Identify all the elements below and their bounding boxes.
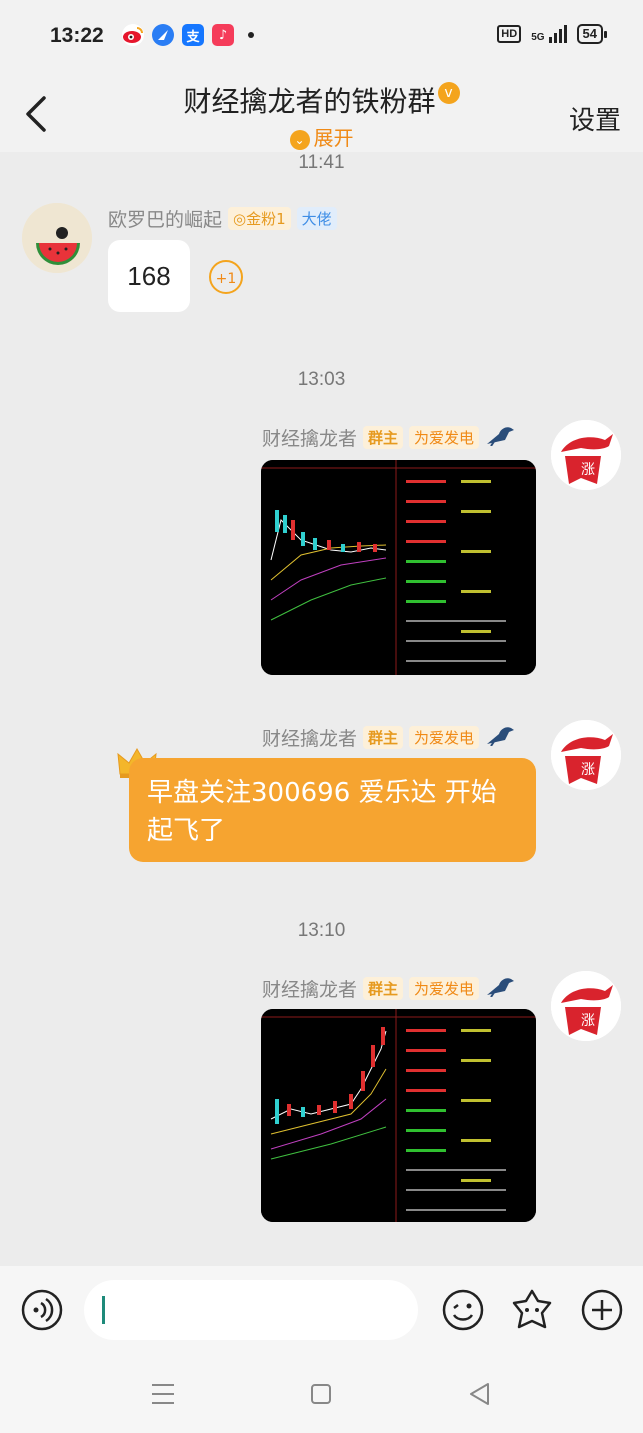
chart-picture — [261, 460, 536, 675]
sender-row: 欧罗巴的崛起 ◎金粉1 大佬 — [108, 205, 337, 232]
avatar[interactable]: 涨 — [551, 971, 621, 1041]
input-bar — [0, 1266, 643, 1356]
watermelon-avatar-icon — [22, 203, 92, 273]
notification-icons: 支 ♪ — [122, 24, 254, 46]
bull-avatar-icon: 涨 — [551, 720, 621, 790]
bird-icon — [485, 724, 515, 751]
system-nav-bar — [0, 1356, 643, 1433]
svg-text:涨: 涨 — [581, 1013, 595, 1029]
group-title: 财经擒龙者的铁粉群 v — [0, 80, 643, 120]
signal-icon: 5G — [531, 25, 567, 43]
role-badge: 大佬 — [296, 207, 337, 230]
stock-chart-image[interactable] — [261, 460, 536, 675]
bird-icon — [485, 424, 515, 451]
menu-icon — [152, 1384, 174, 1404]
sender-row: 财经擒龙者 群主 为爱发电 — [262, 424, 515, 451]
sender-row: 财经擒龙者 群主 为爱发电 — [262, 975, 515, 1002]
expand-button[interactable]: ⌄ 展开 — [0, 122, 643, 151]
voice-button[interactable] — [20, 1288, 64, 1332]
fan-title-badge: 为爱发电 — [409, 426, 480, 449]
chevron-down-icon: ⌄ — [289, 129, 310, 150]
timestamp: 11:41 — [298, 152, 345, 173]
avatar[interactable]: 涨 — [551, 720, 621, 790]
status-bar: 13:22 支 ♪ HD 5G 54 — [0, 0, 643, 72]
sticker-button[interactable] — [510, 1288, 554, 1332]
expand-label: 展开 — [313, 126, 354, 150]
smiley-icon — [442, 1289, 484, 1331]
plus-icon — [581, 1289, 623, 1331]
sender-name[interactable]: 欧罗巴的崛起 — [108, 205, 222, 232]
status-time: 13:22 — [50, 24, 104, 47]
timestamp: 13:03 — [297, 369, 346, 390]
sender-name[interactable]: 财经擒龙者 — [262, 724, 357, 751]
battery-icon: 54 — [576, 24, 608, 44]
chat-header: 财经擒龙者的铁粉群 v ⌄ 展开 设置 — [0, 72, 643, 152]
alipay-icon: 支 — [182, 24, 204, 46]
message-input[interactable] — [84, 1280, 418, 1340]
text-cursor — [102, 1296, 105, 1324]
verified-badge-icon: v — [437, 82, 460, 104]
menu-button[interactable] — [150, 1382, 176, 1410]
avatar[interactable]: 涨 — [551, 420, 621, 490]
owner-badge: 群主 — [363, 977, 404, 1000]
stock-chart-image[interactable] — [261, 1009, 536, 1222]
sender-name[interactable]: 财经擒龙者 — [262, 424, 357, 451]
message-bubble[interactable]: 168 — [108, 240, 190, 312]
fan-level-badge: ◎金粉1 — [228, 207, 291, 230]
avatar[interactable] — [22, 203, 92, 273]
add-button[interactable] — [580, 1288, 624, 1332]
hd-icon: HD — [497, 25, 522, 43]
bull-avatar-icon: 涨 — [551, 971, 621, 1041]
weibo-icon — [122, 24, 144, 46]
system-indicators: HD 5G 54 — [497, 24, 608, 44]
timestamp: 13:10 — [297, 920, 346, 941]
group-title-text: 财经擒龙者的铁粉群 — [183, 85, 436, 118]
svg-text:涨: 涨 — [581, 462, 595, 478]
svg-text:涨: 涨 — [581, 762, 595, 778]
bird-icon — [485, 975, 515, 1002]
more-notifications-dot — [248, 32, 254, 38]
emoji-button[interactable] — [441, 1288, 485, 1332]
owner-badge: 群主 — [363, 426, 404, 449]
back-nav-button[interactable] — [468, 1382, 490, 1410]
music-icon: ♪ — [212, 24, 234, 46]
fan-title-badge: 为爱发电 — [409, 726, 480, 749]
settings-button[interactable]: 设置 — [569, 100, 621, 137]
sender-name[interactable]: 财经擒龙者 — [262, 975, 357, 1002]
fan-title-badge: 为爱发电 — [409, 977, 480, 1000]
app-feather-icon — [152, 24, 174, 46]
sender-row: 财经擒龙者 群主 为爱发电 — [262, 724, 515, 751]
message-bubble[interactable]: 早盘关注300696 爱乐达 开始起飞了 — [129, 758, 536, 862]
owner-badge: 群主 — [363, 726, 404, 749]
bull-avatar-icon: 涨 — [551, 420, 621, 490]
home-button[interactable] — [310, 1383, 332, 1409]
plus-one-button[interactable]: +1 — [209, 260, 243, 294]
triangle-back-icon — [470, 1383, 489, 1405]
sticker-icon — [512, 1289, 552, 1329]
chart-picture — [261, 1009, 536, 1222]
voice-icon — [21, 1289, 63, 1331]
home-icon — [311, 1384, 331, 1404]
